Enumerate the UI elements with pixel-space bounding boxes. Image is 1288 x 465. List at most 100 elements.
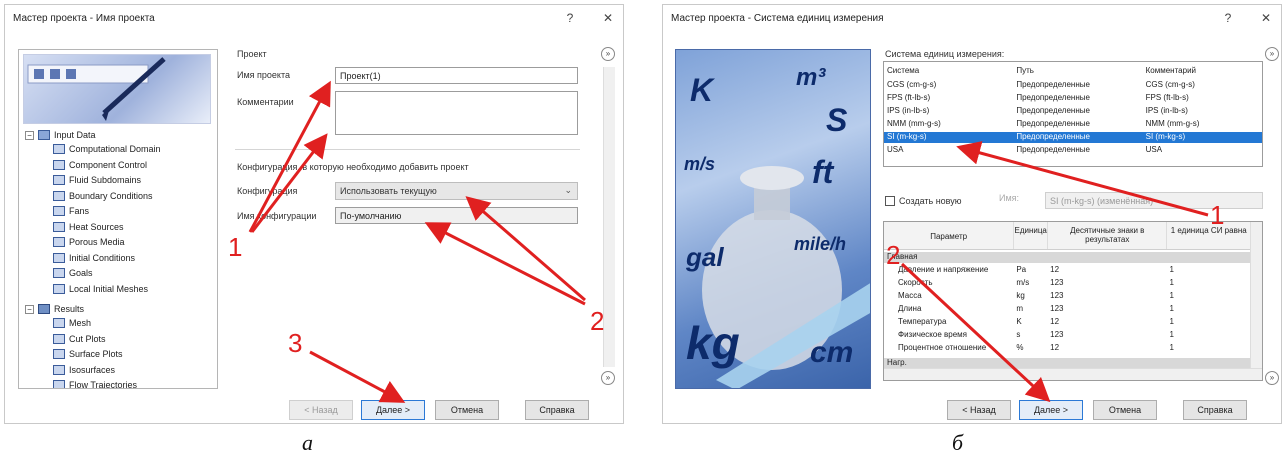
header-system: Система	[887, 66, 920, 75]
tree-node-flow-trajectories[interactable]: Flow Trajectories	[53, 380, 138, 389]
name-label: Имя:	[999, 193, 1020, 203]
comment-textarea[interactable]	[335, 91, 578, 135]
parameter-cell[interactable]: 12	[1047, 265, 1166, 276]
unit-glyph-mileh: mile/h	[794, 234, 847, 254]
parameter-cell[interactable]: 123	[1047, 291, 1166, 302]
collapse-panel-icon-bottom[interactable]: »	[1265, 371, 1279, 385]
tree-node-heat-sources[interactable]: Heat Sources	[53, 221, 124, 232]
next-button[interactable]: Далее >	[361, 400, 425, 420]
configuration-select[interactable]: Использовать текущую ⌄	[335, 182, 578, 200]
header-unit: Единица	[1013, 222, 1047, 249]
tree-node-boundary-conditions[interactable]: Boundary Conditions	[53, 190, 153, 201]
parameter-cell[interactable]: 1	[1166, 278, 1250, 289]
collapse-panel-icon-bottom[interactable]: »	[601, 371, 615, 385]
tree-node-mesh[interactable]: Mesh	[53, 318, 91, 328]
parameter-cell[interactable]: 1	[1166, 291, 1250, 302]
next-button[interactable]: Далее >	[1019, 400, 1083, 420]
tree-node-isosurfaces[interactable]: Isosurfaces	[53, 364, 115, 375]
help-icon[interactable]: ?	[1219, 11, 1237, 25]
tree-node-goals[interactable]: Goals	[53, 268, 93, 278]
tree-node-results[interactable]: − Results	[25, 304, 84, 314]
tree-node-computational-domain[interactable]: Computational Domain	[53, 144, 161, 154]
tree-node-surface-plots[interactable]: Surface Plots	[53, 349, 123, 359]
parameter-cell[interactable]: m	[1013, 304, 1047, 315]
parameter-cell[interactable]: 12	[1047, 343, 1166, 354]
parameters-grid[interactable]: Параметр Единица Десятичные знаки в резу…	[883, 221, 1263, 381]
tree-node-input-data[interactable]: − Input Data	[25, 130, 96, 140]
parameter-row[interactable]: Температура K 12 1	[884, 317, 1250, 328]
parameter-cell[interactable]: 1	[1166, 317, 1250, 328]
parameter-cell[interactable]: s	[1013, 330, 1047, 341]
cancel-button[interactable]: Отмена	[1093, 400, 1157, 420]
parameter-cell[interactable]: 12	[1047, 317, 1166, 328]
back-button[interactable]: < Назад	[289, 400, 353, 420]
tree-node-porous-media[interactable]: Porous Media	[53, 237, 125, 247]
parameter-cell[interactable]: 123	[1047, 304, 1166, 315]
tree-item-icon	[53, 252, 65, 263]
config-name-input[interactable]: По-умолчанию	[335, 207, 578, 224]
unit-system-row[interactable]: SI (m-kg-s) Предопределенные SI (m-kg-s)	[884, 132, 1262, 143]
project-name-input[interactable]: Проект(1)	[335, 67, 578, 84]
tree-item-icon	[53, 237, 65, 247]
close-icon[interactable]: ✕	[1257, 11, 1275, 25]
unit-system-cell: Предопределенные	[1016, 119, 1090, 128]
unit-system-cell: Предопределенные	[1016, 80, 1090, 89]
vertical-scrollbar[interactable]	[603, 67, 615, 367]
parameter-cell: Физическое время	[898, 330, 967, 339]
collapse-icon[interactable]: −	[25, 304, 34, 314]
tree-node-component-control[interactable]: Component Control	[53, 159, 147, 170]
parameter-cell[interactable]: 123	[1047, 278, 1166, 289]
help-button[interactable]: Справка	[525, 400, 589, 420]
back-button[interactable]: < Назад	[947, 400, 1011, 420]
unit-systems-list[interactable]: Система Путь Комментарий CGS (cm-g-s) Пре…	[883, 61, 1263, 167]
help-icon[interactable]: ?	[561, 11, 579, 25]
parameter-cell[interactable]: 1	[1166, 343, 1250, 354]
collapse-panel-icon[interactable]: »	[601, 47, 615, 61]
tree-node-cut-plots[interactable]: Cut Plots	[53, 333, 106, 344]
units-illustration: K m³ S m/s ft gal mile/h kg cm	[675, 49, 871, 389]
parameter-cell[interactable]: kg	[1013, 291, 1047, 302]
create-new-checkbox[interactable]	[885, 196, 895, 206]
params-header-row: Параметр Единица Десятичные знаки в резу…	[884, 222, 1250, 250]
grid-horizontal-scrollbar[interactable]	[884, 368, 1262, 380]
parameter-row[interactable]: Скорость m/s 123 1	[884, 278, 1250, 289]
tree-item-icon	[53, 221, 65, 232]
configuration-select-value: Использовать текущую	[340, 186, 437, 196]
input-data-icon	[38, 130, 50, 140]
tree-node-local-initial-meshes[interactable]: Local Initial Meshes	[53, 283, 148, 294]
unit-system-row[interactable]: CGS (cm-g-s) Предопределенные CGS (cm-g-s)	[884, 80, 1262, 91]
unit-system-row[interactable]: NMM (mm-g-s) Предопределенные NMM (mm-g-s)	[884, 119, 1262, 130]
tree-node-initial-conditions[interactable]: Initial Conditions	[53, 252, 135, 263]
parameter-row[interactable]: Процентное отношение% 12 1	[884, 343, 1250, 354]
unit-system-row[interactable]: USA Предопределенные USA	[884, 145, 1262, 156]
parameter-cell[interactable]: %	[1013, 343, 1047, 354]
unit-system-row[interactable]: FPS (ft-lb-s) Предопределенные FPS (ft-lb-…	[884, 93, 1262, 104]
collapse-icon[interactable]: −	[25, 130, 34, 140]
parameter-row[interactable]: Длина m 123 1	[884, 304, 1250, 315]
parameter-cell[interactable]: m/s	[1013, 278, 1047, 289]
tree-item-label: Computational Domain	[69, 144, 161, 154]
close-icon[interactable]: ✕	[599, 11, 617, 25]
help-button[interactable]: Справка	[1183, 400, 1247, 420]
cancel-button[interactable]: Отмена	[435, 400, 499, 420]
group-row-main[interactable]: Главная	[884, 252, 1250, 263]
parameter-row[interactable]: Масса kg 123 1	[884, 291, 1250, 302]
unit-system-row[interactable]: IPS (in-lb-s) Предопределенные IPS (in-lb-…	[884, 106, 1262, 117]
tree-node-fluid-subdomains[interactable]: Fluid Subdomains	[53, 175, 141, 185]
parameter-cell[interactable]: K	[1013, 317, 1047, 328]
parameter-cell[interactable]: 123	[1047, 330, 1166, 341]
parameter-cell[interactable]: 1	[1166, 304, 1250, 315]
unit-system-cell: FPS (ft-lb-s)	[887, 93, 931, 102]
parameter-row[interactable]: Давление и напряжение Pa 12 1	[884, 265, 1250, 276]
parameter-row[interactable]: Физическое время s 123 1	[884, 330, 1250, 341]
collapse-panel-icon[interactable]: »	[1265, 47, 1279, 61]
unit-system-cell: USA	[1145, 145, 1163, 154]
parameter-cell[interactable]: 1	[1166, 265, 1250, 276]
tree-node-fans[interactable]: Fans	[53, 206, 89, 216]
grid-vertical-scrollbar[interactable]	[1250, 222, 1262, 368]
new-system-name-input[interactable]: SI (m-kg-s) (изменённая)	[1045, 192, 1263, 209]
parameter-cell[interactable]: Pa	[1013, 265, 1047, 276]
tree-item-label: Flow Trajectories	[69, 380, 138, 389]
unit-system-cell: CGS (cm-g-s)	[1145, 80, 1195, 89]
parameter-cell[interactable]: 1	[1166, 330, 1250, 341]
